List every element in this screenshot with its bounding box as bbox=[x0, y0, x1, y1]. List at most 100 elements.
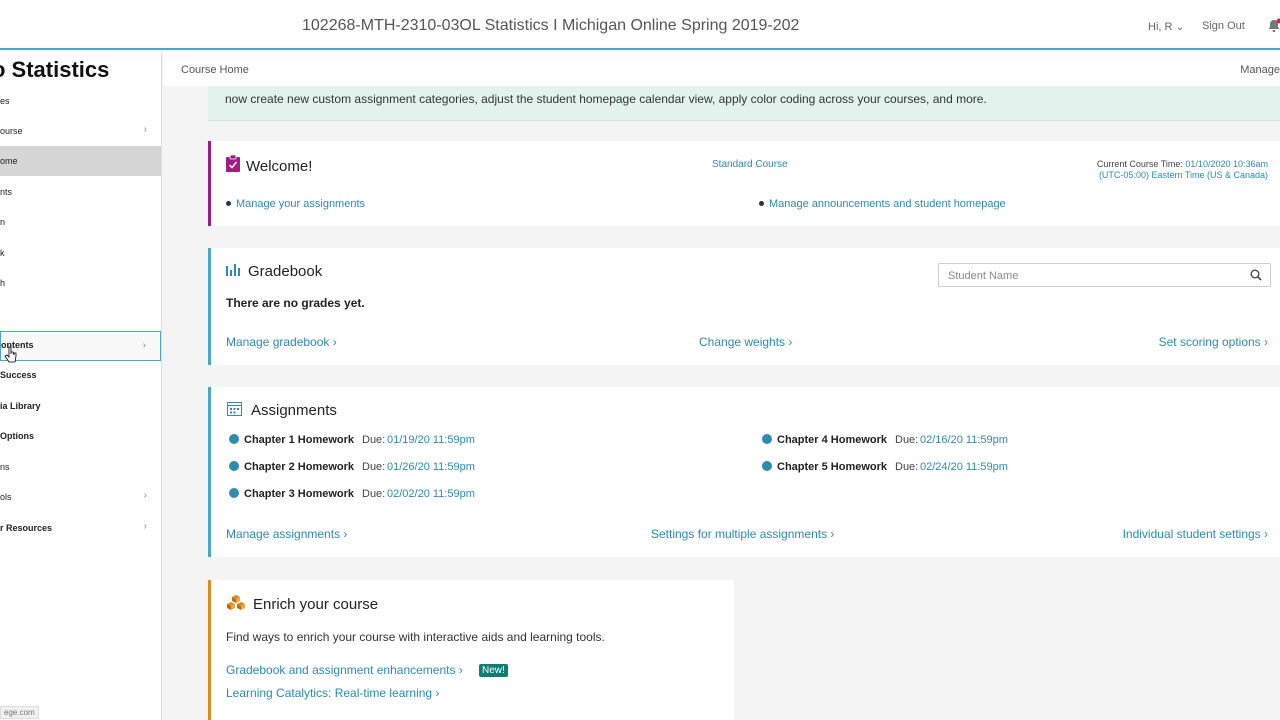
cubes-icon bbox=[227, 595, 245, 610]
sidebar-item-contents[interactable]: ontents › bbox=[0, 331, 161, 361]
course-title: 102268-MTH-2310-03OL Statistics I Michig… bbox=[302, 17, 800, 34]
status-dot bbox=[229, 461, 239, 471]
change-weights-link[interactable]: Change weights › bbox=[699, 335, 792, 349]
bell-icon[interactable] bbox=[1266, 18, 1280, 34]
assignment-name[interactable]: Chapter 1 Homework bbox=[244, 434, 354, 446]
sidebar-item[interactable]: ols › bbox=[0, 482, 161, 512]
assignments-card: Assignments Chapter 1 Homework Due: 01/1… bbox=[208, 387, 1280, 557]
breadcrumb-bar: Course Home Manage bbox=[163, 52, 1280, 86]
sidebar-item-label: r Resources bbox=[0, 523, 53, 533]
assignments-title: Assignments bbox=[251, 402, 337, 419]
course-time: Current Course Time: 01/10/2020 10:36am … bbox=[1097, 159, 1268, 181]
sidebar-item-label: es bbox=[0, 96, 10, 106]
info-banner: now create new custom assignment categor… bbox=[208, 86, 1280, 121]
sidebar-item-label: Success bbox=[0, 370, 37, 380]
sidebar-item[interactable]: k bbox=[0, 238, 161, 268]
assignment-name[interactable]: Chapter 5 Homework bbox=[777, 461, 887, 473]
no-grades-message: There are no grades yet. bbox=[226, 296, 365, 310]
sidebar-item[interactable]: Options bbox=[0, 421, 161, 451]
gradebook-title: Gradebook bbox=[248, 263, 323, 280]
bullet bbox=[759, 201, 764, 206]
due-label: Due: bbox=[895, 434, 919, 446]
scoring-options-link[interactable]: Set scoring options › bbox=[1159, 335, 1268, 349]
manage-link[interactable]: Manage bbox=[1240, 64, 1280, 76]
course-time-label: Current Course Time: bbox=[1096, 159, 1183, 169]
due-label: Due: bbox=[362, 434, 386, 446]
new-badge: New! bbox=[479, 664, 508, 677]
chevron-right-icon: › bbox=[143, 490, 147, 501]
assignment-name[interactable]: Chapter 2 Homework bbox=[244, 461, 354, 473]
sidebar-course-title: o Statistics bbox=[0, 57, 110, 82]
sidebar-item-label: Options bbox=[0, 431, 34, 441]
sidebar-item-label: k bbox=[0, 248, 5, 258]
learning-catalytics-link[interactable]: Learning Catalytics: Real-time learning … bbox=[226, 686, 439, 700]
due-date: 02/02/20 11:59pm bbox=[387, 488, 475, 500]
manage-assignments-link[interactable]: Manage your assignments bbox=[236, 198, 365, 210]
student-search-input[interactable]: Student Name bbox=[938, 263, 1271, 287]
due-label: Due: bbox=[362, 488, 386, 500]
sidebar-item[interactable]: n bbox=[0, 207, 161, 237]
status-dot bbox=[762, 461, 772, 471]
chevron-right-icon: › bbox=[143, 521, 147, 532]
gradebook-card: Gradebook Student Name There are no grad… bbox=[208, 248, 1280, 365]
enrich-description: Find ways to enrich your course with int… bbox=[226, 630, 605, 644]
calendar-icon bbox=[227, 402, 242, 416]
top-bar: 102268-MTH-2310-03OL Statistics I Michig… bbox=[0, 0, 1280, 50]
sidebar: o Statistics es ourse › ome nts n k h ont… bbox=[0, 52, 162, 720]
status-url: ege.com bbox=[0, 706, 39, 719]
banner-text: now create new custom assignment categor… bbox=[225, 92, 987, 106]
sidebar-item-label: ia Library bbox=[0, 401, 41, 411]
multiple-assignments-settings-link[interactable]: Settings for multiple assignments › bbox=[651, 527, 834, 541]
search-placeholder: Student Name bbox=[948, 270, 1019, 282]
sign-out-link[interactable]: Sign Out bbox=[1202, 20, 1245, 32]
status-dot bbox=[229, 488, 239, 498]
welcome-card: Welcome! Standard Course Current Course … bbox=[208, 141, 1280, 226]
due-label: Due: bbox=[362, 461, 386, 473]
enrich-title: Enrich your course bbox=[253, 596, 379, 613]
bullet bbox=[226, 201, 231, 206]
status-dot bbox=[229, 434, 239, 444]
manage-announcements-link[interactable]: Manage announcements and student homepag… bbox=[769, 198, 1006, 210]
course-timezone: (UTC-05:00) Eastern Time (US & Canada) bbox=[1098, 170, 1268, 180]
clipboard-icon bbox=[226, 155, 240, 172]
assignment-name[interactable]: Chapter 4 Homework bbox=[777, 434, 887, 446]
status-dot bbox=[762, 434, 772, 444]
enhancements-link[interactable]: Gradebook and assignment enhancements › bbox=[226, 663, 463, 677]
sidebar-item[interactable]: r Resources › bbox=[0, 513, 161, 543]
manage-assignments-button[interactable]: Manage assignments › bbox=[226, 527, 347, 541]
user-menu[interactable]: Hi, R ⌄ bbox=[1148, 20, 1185, 33]
sidebar-item[interactable]: ourse › bbox=[0, 116, 161, 146]
sidebar-item[interactable]: h bbox=[0, 268, 161, 298]
sidebar-item-label: ourse bbox=[0, 126, 23, 136]
assignment-name[interactable]: Chapter 3 Homework bbox=[244, 488, 354, 500]
sidebar-item-label: nts bbox=[0, 187, 13, 197]
individual-student-settings-link[interactable]: Individual student settings › bbox=[1123, 527, 1268, 541]
course-time-value: 01/10/2020 10:36am bbox=[1185, 159, 1268, 169]
due-date: 01/19/20 11:59pm bbox=[387, 434, 475, 446]
sidebar-item-course-home[interactable]: ome bbox=[0, 146, 161, 176]
sidebar-item-label: ols bbox=[0, 492, 12, 502]
enrich-card: Enrich your course Find ways to enrich y… bbox=[208, 580, 734, 720]
sidebar-item[interactable]: es bbox=[0, 86, 161, 116]
due-date: 02/24/20 11:59pm bbox=[920, 461, 1008, 473]
chevron-right-icon: › bbox=[143, 124, 147, 135]
sidebar-item[interactable]: Success bbox=[0, 360, 161, 390]
sidebar-item-label: h bbox=[0, 278, 6, 288]
due-date: 01/26/20 11:59pm bbox=[387, 461, 475, 473]
manage-gradebook-link[interactable]: Manage gradebook › bbox=[226, 335, 337, 349]
search-icon[interactable] bbox=[1250, 269, 1262, 281]
course-type: Standard Course bbox=[712, 159, 788, 170]
bar-chart-icon bbox=[226, 264, 240, 276]
due-label: Due: bbox=[895, 461, 919, 473]
sidebar-item[interactable]: ns bbox=[0, 452, 161, 482]
sidebar-item[interactable]: nts bbox=[0, 177, 161, 207]
sidebar-item-label: ns bbox=[0, 462, 10, 472]
breadcrumb: Course Home bbox=[181, 64, 249, 76]
welcome-title: Welcome! bbox=[246, 158, 313, 175]
due-date: 02/16/20 11:59pm bbox=[920, 434, 1008, 446]
sidebar-item[interactable]: ia Library bbox=[0, 391, 161, 421]
mouse-cursor-icon bbox=[4, 346, 17, 363]
sidebar-item-label: ome bbox=[0, 156, 18, 166]
chevron-right-icon: › bbox=[142, 340, 146, 351]
sidebar-item-label: n bbox=[0, 217, 6, 227]
